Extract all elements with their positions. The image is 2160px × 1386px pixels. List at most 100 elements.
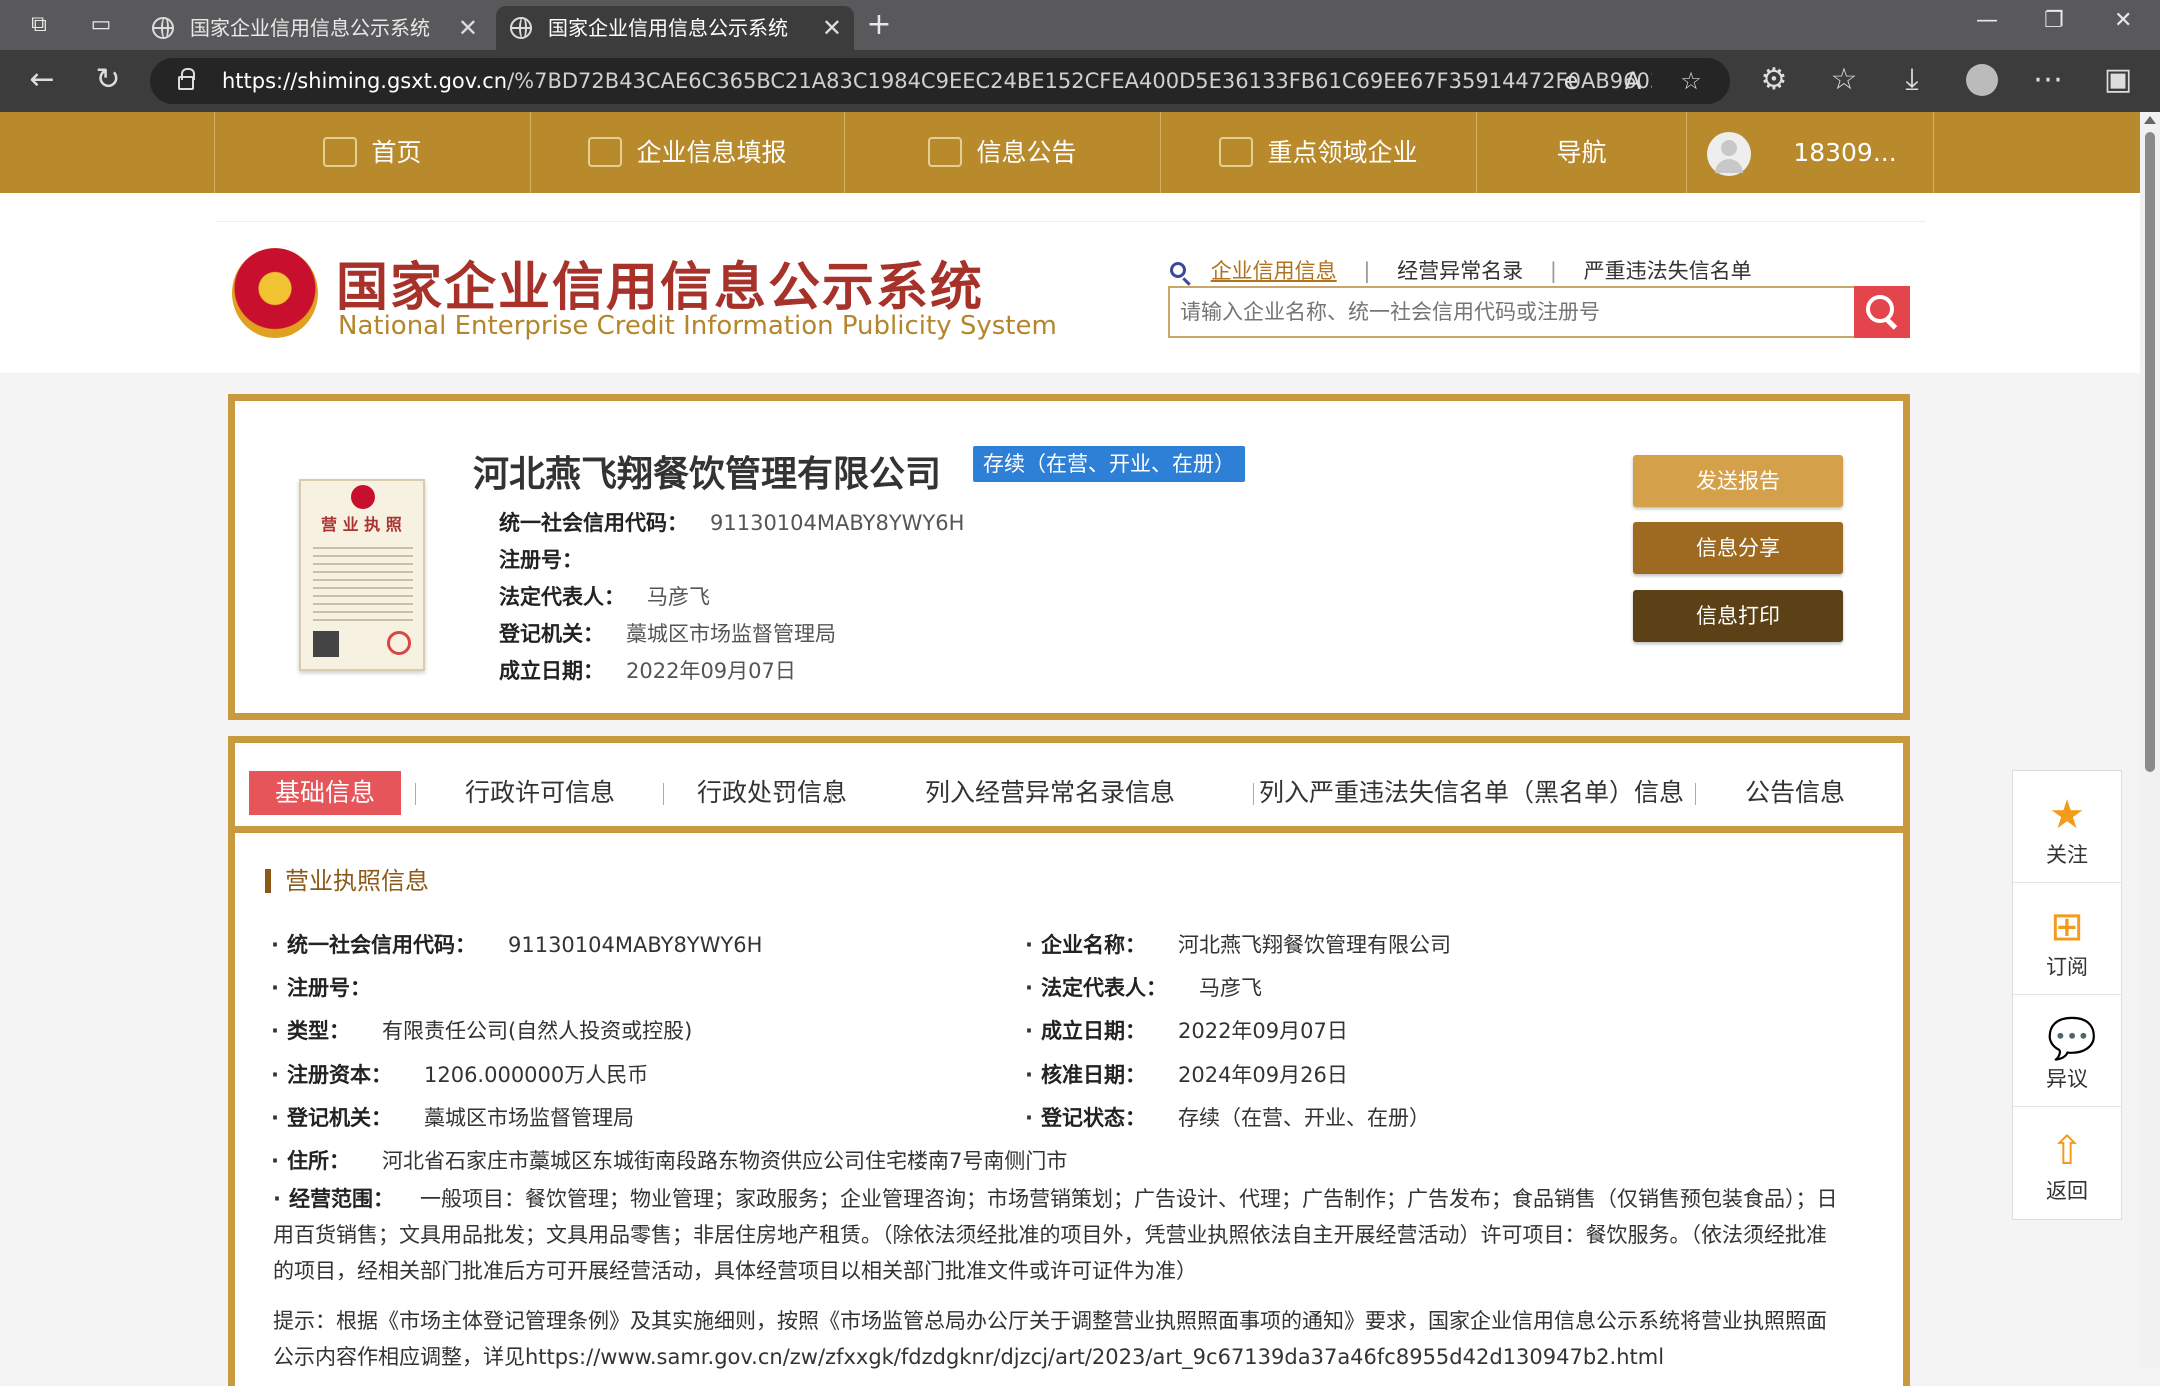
company-field-legal-rep: 法定代表人： 马彦飞 (499, 585, 710, 609)
browser-tab-1[interactable]: 国家企业信用信息公示系统 ✕ (138, 6, 490, 50)
separator (831, 783, 832, 805)
close-tab-icon[interactable]: ✕ (458, 6, 478, 50)
company-name: 河北燕飞翔餐饮管理有限公司 (473, 454, 942, 495)
read-aloud-icon[interactable]: A (1618, 66, 1648, 96)
field-reg-status: · 登记状态： 存续（在营、开业、在册） (1025, 1106, 1430, 1130)
field-legal-rep: · 法定代表人： 马彦飞 (1025, 976, 1262, 1000)
nav-enterprise-report[interactable]: 企业信息填报 (530, 112, 844, 193)
favorites-icon[interactable]: ☆ (1826, 62, 1862, 98)
lock-icon (178, 68, 195, 90)
tab-blacklist[interactable]: 列入严重违法失信名单（黑名单）信息 (1259, 771, 1684, 815)
nav-navigation[interactable]: 导航 (1476, 112, 1686, 193)
add-square-icon: ⊞ (2050, 904, 2084, 950)
company-field-credit-code: 统一社会信用代码： 91130104MABY8YWY6H (499, 511, 965, 535)
tab-admin-license[interactable]: 行政许可信息 (465, 771, 615, 815)
subscribe-button[interactable]: ⊞ 订阅 (2013, 883, 2121, 995)
refresh-icon[interactable]: ↻ (90, 62, 126, 98)
company-summary-card: 营 业 执 照 河北燕飞翔餐饮管理有限公司 存续（在营、开业、在册） 统一社会信… (228, 394, 1910, 720)
floating-side-panel: ★ 关注 ⊞ 订阅 💬 异议 ⇧ 返回 (2012, 770, 2122, 1220)
print-info-button[interactable]: 信息打印 (1633, 590, 1843, 642)
browser-toolbar: ← ↻ https://shiming.gsxt.gov.cn/%7BD72B4… (0, 50, 2160, 112)
edge-app-icon[interactable]: e (1556, 66, 1586, 96)
speaker-icon (1219, 137, 1254, 167)
national-emblem-icon (232, 248, 318, 338)
star-icon: ★ (2049, 792, 2085, 838)
notice-text: 提示：根据《市场主体登记管理条例》及其实施细则，按照《市场监管总局办公厅关于调整… (273, 1309, 1827, 1369)
search-button[interactable] (1854, 286, 1910, 338)
separator (1253, 783, 1254, 805)
favorite-star-icon[interactable]: ☆ (1676, 66, 1706, 96)
field-approval-date: · 核准日期： 2024年09月26日 (1025, 1063, 1348, 1087)
downloads-icon[interactable]: ⤓ (1894, 62, 1930, 98)
extensions-icon[interactable]: ⚙ (1756, 62, 1792, 98)
monitor-icon (323, 137, 358, 167)
document-icon (928, 137, 963, 167)
url-text[interactable]: https://shiming.gsxt.gov.cn/%7BD72B43CAE… (222, 58, 1652, 104)
tab-announcements[interactable]: 公告信息 (1745, 771, 1845, 815)
logo-title-en: National Enterprise Credit Information P… (338, 311, 1057, 341)
qr-code-icon (313, 631, 339, 657)
field-credit-code: · 统一社会信用代码： 91130104MABY8YWY6H (271, 933, 763, 957)
scrollbar-thumb[interactable] (2145, 132, 2155, 772)
workspaces-icon[interactable]: ⧉ (26, 12, 52, 38)
browser-profile-avatar[interactable] (1966, 64, 1998, 96)
share-info-button[interactable]: 信息分享 (1633, 522, 1843, 574)
site-header: 国家企业信用信息公示系统 National Enterprise Credit … (0, 193, 2140, 373)
divider (216, 221, 1926, 222)
follow-button[interactable]: ★ 关注 (2013, 771, 2121, 883)
separator: | (1363, 259, 1371, 283)
restore-icon[interactable]: ❐ (2044, 8, 2064, 33)
site-top-nav: 首页 企业信息填报 信息公告 重点领域企业 导航 18309... (0, 112, 2140, 193)
field-reg-no: · 注册号： (271, 976, 371, 1000)
scroll-up-icon[interactable] (2144, 116, 2156, 124)
emblem-icon (351, 485, 375, 509)
field-authority: · 登记机关： 藁城区市场监督管理局 (271, 1106, 634, 1130)
user-avatar (1707, 132, 1751, 176)
business-license-thumbnail[interactable]: 营 业 执 照 (299, 479, 425, 671)
back-to-top-button[interactable]: ⇧ 返回 (2013, 1107, 2121, 1219)
tab-actions-icon[interactable]: ▭ (88, 12, 114, 38)
back-icon[interactable]: ← (24, 62, 60, 98)
separator (1695, 783, 1696, 805)
address-bar[interactable]: https://shiming.gsxt.gov.cn/%7BD72B43CAE… (150, 58, 1730, 104)
chat-bubble-icon: 💬 (2047, 1016, 2097, 1062)
close-tab-icon[interactable]: ✕ (822, 6, 842, 50)
search-tab-credit-info[interactable]: 企业信用信息 (1211, 259, 1337, 283)
field-type: · 类型： 有限责任公司(自然人投资或控股) (271, 1019, 693, 1043)
minimize-icon[interactable]: — (1976, 8, 1998, 33)
search-tab-abnormal-list[interactable]: 经营异常名录 (1397, 259, 1523, 283)
edit-icon (588, 137, 623, 167)
new-tab-icon[interactable]: + (866, 10, 892, 40)
globe-icon (152, 17, 174, 39)
seal-icon (387, 631, 411, 655)
close-window-icon[interactable]: ✕ (2114, 8, 2132, 33)
search-input[interactable] (1180, 288, 1840, 336)
nav-announcements[interactable]: 信息公告 (844, 112, 1160, 193)
license-info-panel: 营业执照信息 · 统一社会信用代码： 91130104MABY8YWY6H · 注册号… (228, 826, 1910, 1386)
tab-basic-info[interactable]: 基础信息 (249, 771, 402, 815)
nav-home[interactable]: 首页 (214, 112, 530, 193)
license-text-lines (313, 541, 413, 621)
section-title: 营业执照信息 (265, 869, 429, 893)
nav-key-sectors[interactable]: 重点领域企业 (1160, 112, 1476, 193)
nav-user[interactable]: 18309... (1686, 112, 1934, 193)
objection-button[interactable]: 💬 异议 (2013, 995, 2121, 1107)
company-field-est-date: 成立日期： 2022年09月07日 (499, 659, 796, 683)
tab-abnormal-list[interactable]: 列入经营异常名录信息 (925, 771, 1175, 815)
page-scrollbar[interactable] (2140, 112, 2160, 1368)
separator (415, 783, 416, 805)
field-company-name: · 企业名称： 河北燕飞翔餐饮管理有限公司 (1025, 933, 1451, 957)
tab-admin-penalty[interactable]: 行政处罚信息 (697, 771, 847, 815)
status-badge: 存续（在营、开业、在册） (973, 446, 1245, 482)
send-report-button[interactable]: 发送报告 (1633, 455, 1843, 507)
search-tab-blacklist[interactable]: 严重违法失信名单 (1584, 259, 1752, 283)
browser-tab-strip: ⧉ ▭ 国家企业信用信息公示系统 ✕ 国家企业信用信息公示系统 ✕ + — ❐ … (0, 0, 2160, 50)
license-title: 营 业 执 照 (321, 515, 402, 534)
menu-dots-icon[interactable]: ⋯ (2030, 62, 2066, 98)
sidebar-toggle-icon[interactable]: ▣ (2100, 62, 2136, 98)
separator (663, 783, 664, 805)
separator: | (1549, 259, 1557, 283)
logo-title-cn: 国家企业信用信息公示系统 (336, 258, 985, 318)
search-icon (1170, 262, 1186, 278)
browser-tab-2[interactable]: 国家企业信用信息公示系统 ✕ (496, 6, 854, 50)
